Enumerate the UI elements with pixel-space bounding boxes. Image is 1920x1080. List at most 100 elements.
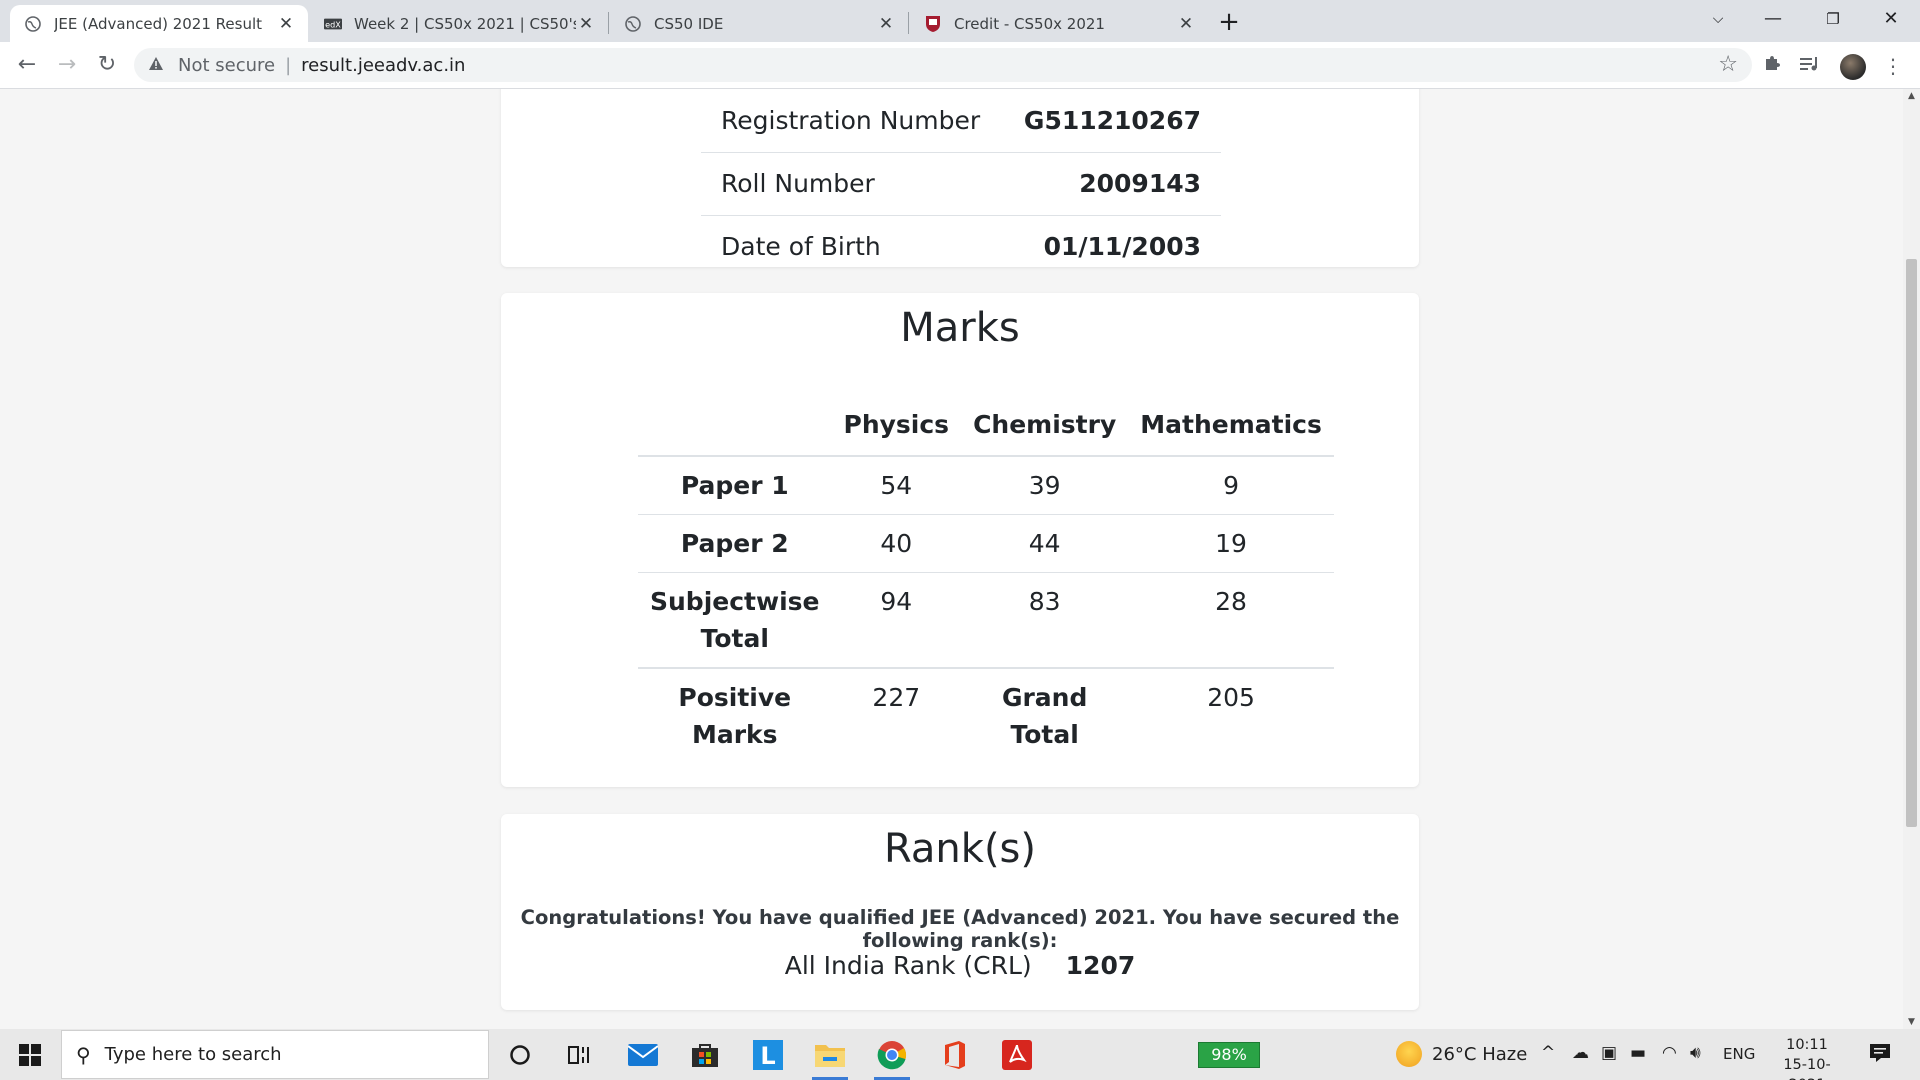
wifi-icon[interactable]: ◠ (1662, 1043, 1677, 1063)
display-icon[interactable]: ▣ (1601, 1043, 1617, 1063)
address-bar[interactable]: Not secure | result.jeeadv.ac.in ☆ (134, 48, 1752, 82)
scroll-up-icon[interactable]: ▲ (1903, 91, 1920, 101)
scrollbar-thumb[interactable] (1906, 259, 1917, 827)
clock-time: 10:11 (1786, 1037, 1828, 1053)
restore-icon[interactable]: ❐ (1810, 4, 1856, 34)
profile-avatar[interactable] (1840, 54, 1866, 80)
browser-toolbar: ← → ↻ Not secure | result.jeeadv.ac.in ☆… (0, 42, 1920, 89)
rank-row: All India Rank (CRL) 1207 (501, 951, 1419, 980)
language-indicator[interactable]: ENG (1723, 1045, 1755, 1063)
bookmark-star-icon[interactable]: ☆ (1718, 52, 1738, 77)
menu-kebab-icon[interactable]: ⋮ (1880, 53, 1906, 79)
grand-total-line2: Total (1010, 720, 1079, 749)
mail-icon[interactable] (623, 1037, 663, 1073)
volume-icon[interactable]: 🔊︎ (1690, 1043, 1701, 1063)
tab-jee-result[interactable]: JEE (Advanced) 2021 Result ✕ (10, 5, 308, 42)
chrome-icon[interactable] (872, 1037, 912, 1080)
search-placeholder[interactable]: Type here to search (105, 1044, 282, 1065)
page-viewport: Registration Number G511210267 Roll Numb… (0, 89, 1903, 1029)
app-l-icon[interactable]: L (748, 1037, 788, 1073)
roll-number-label: Roll Number (701, 152, 1003, 216)
paper2-physics: 40 (831, 514, 962, 573)
acrobat-icon[interactable] (997, 1037, 1037, 1073)
tab-title: Credit - CS50x 2021 (954, 14, 1105, 33)
battery-indicator[interactable]: 98% (1198, 1042, 1260, 1068)
cortana-icon[interactable] (500, 1037, 540, 1073)
cloud-sync-icon[interactable]: ☁ (1572, 1043, 1589, 1063)
globe-icon (624, 15, 642, 33)
marks-header-blank (638, 393, 832, 457)
rank-value: 1207 (1065, 951, 1136, 980)
weather-sun-icon (1396, 1041, 1422, 1067)
ranks-card: Rank(s) Congratulations! You have qualif… (501, 814, 1419, 1010)
tab-cs50-credit[interactable]: Credit - CS50x 2021 ✕ (910, 5, 1208, 42)
chemistry-header: Chemistry (961, 393, 1129, 457)
tab-separator (608, 12, 609, 34)
table-row: Subjectwise Total 94 83 28 (638, 572, 1334, 669)
weather-text[interactable]: 26°C Haze (1432, 1044, 1527, 1065)
date-of-birth-label: Date of Birth (721, 232, 881, 262)
task-view-icon[interactable] (560, 1037, 600, 1073)
ranks-title: Rank(s) (884, 826, 1036, 872)
qualification-message: Congratulations! You have qualified JEE … (520, 906, 1400, 952)
candidate-details-card: Registration Number G511210267 Roll Numb… (501, 89, 1419, 267)
file-explorer-icon[interactable] (810, 1037, 850, 1080)
marks-title: Marks (900, 305, 1020, 351)
positive-marks-value: 227 (872, 683, 921, 712)
close-tab-icon[interactable]: ✕ (276, 14, 296, 34)
security-label[interactable]: Not secure (178, 55, 275, 76)
table-row: Paper 2 40 44 19 (638, 514, 1334, 573)
grand-total-line1: Grand (1001, 683, 1088, 712)
tab-cs50-ide[interactable]: CS50 IDE ✕ (610, 5, 908, 42)
url-text[interactable]: result.jeeadv.ac.in (301, 55, 465, 76)
marks-table: Physics Chemistry Mathematics Paper 1 54… (638, 393, 1334, 763)
battery-tray-icon[interactable]: ▬ (1630, 1043, 1646, 1063)
close-tab-icon[interactable]: ✕ (1176, 14, 1196, 34)
notification-center-icon[interactable] (1868, 1041, 1892, 1065)
table-row: Positive Marks 227 Grand Total 205 (638, 668, 1334, 763)
close-window-icon[interactable]: ✕ (1868, 4, 1914, 34)
paper1-physics: 54 (831, 456, 962, 515)
scroll-down-icon[interactable]: ▼ (1903, 1017, 1920, 1027)
extensions-icon[interactable] (1759, 53, 1785, 79)
tab-title: CS50 IDE (654, 14, 724, 33)
tab-search-icon[interactable]: ⌵ (1695, 4, 1741, 34)
page-scrollbar[interactable]: ▲ ▼ (1903, 89, 1920, 1029)
system-clock[interactable]: 10:11 15-10-2021 (1768, 1035, 1846, 1080)
rank-label: All India Rank (CRL) (784, 951, 1032, 980)
paper2-mathematics: 19 (1128, 514, 1334, 573)
tab-strip: JEE (Advanced) 2021 Result ✕ edX Week 2 … (0, 0, 1920, 42)
minimize-icon[interactable]: — (1750, 4, 1796, 34)
registration-number-value: G511210267 (1002, 89, 1221, 153)
marks-card: Marks Physics Chemistry Mathematics Pape… (501, 293, 1419, 787)
positive-marks-line2: Marks (691, 720, 778, 749)
windows-taskbar: ⚲ Type here to search L 98% 26°C Haze ^ … (0, 1029, 1920, 1080)
media-queue-icon[interactable] (1797, 53, 1823, 79)
paper1-label: Paper 1 (638, 456, 832, 515)
table-row: Registration Number G511210267 (701, 89, 1221, 153)
taskbar-search-box[interactable]: ⚲ Type here to search (61, 1030, 489, 1079)
subjectwise-total-line1: Subjectwise (650, 587, 820, 616)
windows-start-icon[interactable] (0, 1029, 60, 1080)
positive-marks-line1: Positive (678, 683, 792, 712)
grand-total-value: 205 (1207, 683, 1255, 712)
tab-cs50-week2[interactable]: edX Week 2 | CS50x 2021 | CS50's Intr ✕ (310, 5, 608, 42)
harvard-shield-icon (924, 15, 942, 33)
warning-icon[interactable] (148, 55, 166, 76)
date-of-birth-value: 01/11/2003 (1043, 232, 1201, 262)
new-tab-button[interactable]: + (1213, 7, 1245, 39)
office-icon[interactable] (935, 1037, 975, 1073)
paper1-mathematics: 9 (1128, 456, 1334, 515)
weather-widget[interactable]: 26°C Haze (1396, 1041, 1527, 1067)
tab-title: Week 2 | CS50x 2021 | CS50's Intr (354, 14, 576, 33)
back-icon[interactable]: ← (12, 50, 42, 80)
physics-header: Physics (831, 393, 962, 457)
store-icon[interactable] (685, 1037, 725, 1073)
close-tab-icon[interactable]: ✕ (876, 14, 896, 34)
paper2-label: Paper 2 (638, 514, 832, 573)
reload-icon[interactable]: ↻ (92, 50, 122, 80)
close-tab-icon[interactable]: ✕ (576, 14, 596, 34)
show-hidden-icons-icon[interactable]: ^ (1541, 1043, 1555, 1063)
forward-icon[interactable]: → (52, 50, 82, 80)
svg-text:L: L (760, 1042, 775, 1070)
